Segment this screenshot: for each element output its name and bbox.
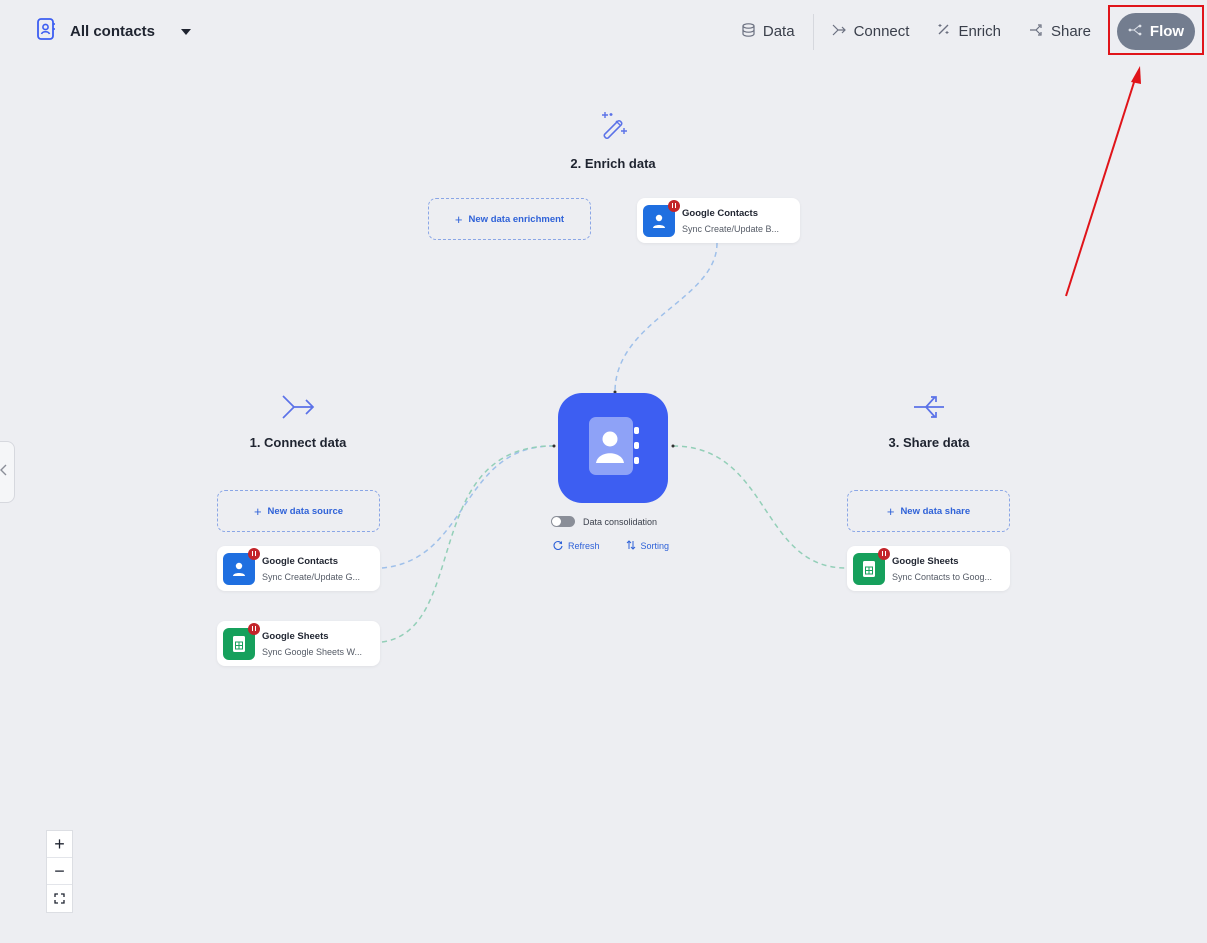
enrich-card-google-contacts[interactable]: Google Contacts Sync Create/Update B...: [637, 198, 800, 243]
magic-wand-icon: [597, 111, 629, 146]
top-bar: All contacts Data Connect Enrich Share F…: [0, 0, 1207, 62]
nav-data-label: Data: [762, 23, 795, 40]
paused-badge-icon: [248, 622, 260, 635]
annotation-highlight-box: [1108, 5, 1204, 55]
connect-card-google-sheets[interactable]: Google Sheets Sync Google Sheets W...: [217, 621, 380, 666]
nav-enrich-button[interactable]: Enrich: [923, 13, 1015, 50]
contact-book-icon: [36, 18, 56, 45]
connect-section-title: 1. Connect data: [249, 435, 347, 450]
enrich-section-header: 2. Enrich data: [523, 111, 703, 171]
new-data-enrichment-button[interactable]: + New data enrichment: [428, 198, 591, 240]
new-data-share-button[interactable]: + New data share: [847, 490, 1010, 532]
paused-badge-icon: [878, 547, 890, 560]
share-card-google-sheets[interactable]: Google Sheets Sync Contacts to Goog...: [847, 546, 1010, 591]
magic-wand-icon: [937, 23, 950, 40]
card-description: Sync Create/Update G...: [262, 571, 361, 582]
consolidation-label: Data consolidation: [583, 516, 658, 527]
connect-section-header: 1. Connect data: [208, 394, 388, 450]
consolidation-toggle[interactable]: [551, 516, 575, 527]
card-title: Google Contacts: [262, 555, 339, 567]
sort-icon: [626, 540, 636, 552]
paused-badge-icon: [248, 547, 260, 560]
share-section-header: 3. Share data: [839, 394, 1019, 450]
new-data-source-label: New data source: [267, 505, 344, 517]
new-data-source-button[interactable]: + New data source: [217, 490, 380, 532]
plus-icon: +: [253, 503, 262, 519]
zoom-in-button[interactable]: +: [47, 831, 72, 858]
nav-share-button[interactable]: Share: [1015, 13, 1105, 50]
fullscreen-icon: [54, 888, 65, 909]
contact-book-icon: [585, 415, 641, 482]
nav-share-label: Share: [1050, 23, 1091, 40]
card-title: Google Contacts: [682, 207, 759, 219]
google-contacts-icon: [223, 547, 260, 585]
title-area: All contacts: [36, 18, 193, 45]
chevron-left-icon: [0, 463, 7, 481]
nav-connect-button[interactable]: Connect: [818, 13, 924, 50]
minus-icon: −: [54, 860, 65, 881]
plus-icon: +: [454, 211, 463, 227]
connect-card-google-contacts[interactable]: Google Contacts Sync Create/Update G...: [217, 546, 380, 591]
card-title: Google Sheets: [892, 555, 959, 567]
plus-icon: +: [54, 833, 65, 854]
card-description: Sync Create/Update B...: [682, 223, 780, 234]
sorting-button[interactable]: Sorting: [626, 540, 670, 552]
contacts-hub-node[interactable]: [558, 393, 668, 503]
card-title: Google Sheets: [262, 630, 329, 642]
page-title: All contacts: [70, 23, 156, 40]
merge-icon: [832, 23, 846, 40]
refresh-label: Refresh: [568, 541, 600, 551]
refresh-button[interactable]: Refresh: [553, 540, 600, 552]
card-description: Sync Contacts to Goog...: [892, 571, 993, 582]
zoom-controls: + −: [46, 830, 73, 913]
google-sheets-icon: [853, 547, 890, 585]
caret-down-icon[interactable]: [179, 25, 193, 39]
fit-view-button[interactable]: [47, 885, 72, 912]
nav-divider: [812, 13, 814, 50]
paused-badge-icon: [668, 199, 680, 212]
plus-icon: +: [886, 503, 895, 519]
nav-connect-label: Connect: [853, 23, 910, 40]
split-icon: [912, 394, 946, 425]
zoom-out-button[interactable]: −: [47, 858, 72, 885]
share-section-title: 3. Share data: [888, 435, 970, 450]
hub-actions: Refresh Sorting: [553, 540, 669, 552]
consolidation-row: Data consolidation: [551, 516, 657, 527]
google-sheets-icon: [223, 622, 260, 660]
new-data-share-label: New data share: [900, 505, 971, 517]
enrich-section-title: 2. Enrich data: [570, 156, 656, 171]
nav-data-button[interactable]: Data: [728, 13, 809, 50]
sorting-label: Sorting: [640, 541, 670, 551]
database-icon: [742, 22, 755, 41]
nav-enrich-label: Enrich: [958, 23, 1001, 40]
refresh-icon: [553, 540, 563, 552]
sidebar-toggle[interactable]: [0, 441, 15, 503]
split-icon: [1029, 23, 1043, 40]
merge-icon: [281, 394, 315, 425]
card-description: Sync Google Sheets W...: [262, 646, 363, 657]
new-data-enrichment-label: New data enrichment: [468, 213, 565, 225]
google-contacts-icon: [643, 199, 680, 237]
